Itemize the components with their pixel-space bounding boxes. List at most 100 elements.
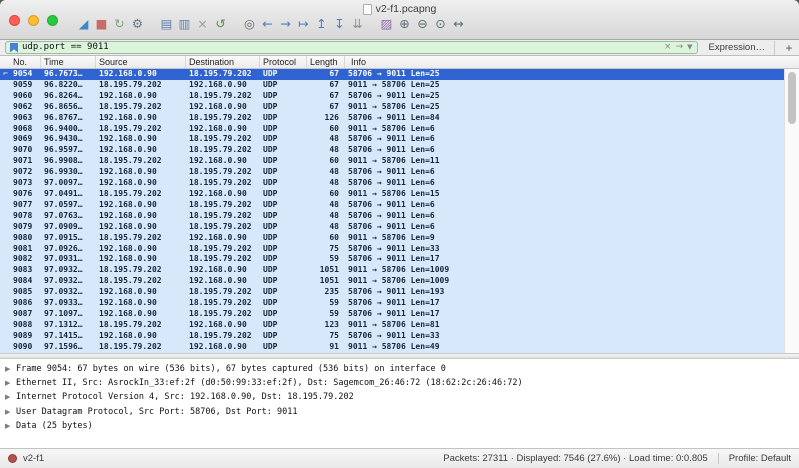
detail-row[interactable]: ▶Data (25 bytes) bbox=[0, 419, 799, 433]
filter-add-button[interactable]: + bbox=[774, 41, 794, 55]
packet-row[interactable]: 908797.1097…192.168.0.9018.195.79.202UDP… bbox=[0, 309, 784, 320]
go-back-icon[interactable]: ← bbox=[260, 13, 275, 35]
auto-scroll-icon[interactable]: ⇊ bbox=[350, 13, 365, 35]
cell-len: 123 bbox=[307, 320, 345, 331]
column-header-src[interactable]: Source bbox=[96, 56, 186, 68]
cell-no: 9063 bbox=[0, 113, 41, 124]
stop-capture-icon[interactable]: ■ bbox=[94, 13, 109, 35]
colorize-icon[interactable]: ▨ bbox=[379, 13, 394, 35]
cell-time: 97.0763… bbox=[41, 211, 96, 222]
packet-row[interactable]: 907296.9930…192.168.0.9018.195.79.202UDP… bbox=[0, 167, 784, 178]
detail-row[interactable]: ▶Frame 9054: 67 bytes on wire (536 bits)… bbox=[0, 362, 799, 376]
go-to-packet-icon[interactable]: ↦ bbox=[296, 13, 311, 35]
close-file-icon[interactable]: × bbox=[195, 13, 210, 35]
packet-row[interactable]: 908897.1312…18.195.79.202192.168.0.90UDP… bbox=[0, 320, 784, 331]
cell-dst: 18.195.79.202 bbox=[186, 113, 260, 124]
zoom-normal-icon[interactable]: ⊙ bbox=[433, 13, 448, 35]
packet-row[interactable]: 908597.0932…192.168.0.9018.195.79.202UDP… bbox=[0, 287, 784, 298]
vertical-scrollbar[interactable] bbox=[784, 69, 799, 353]
filter-dropdown-icon[interactable]: ▼ bbox=[687, 44, 692, 51]
packet-row[interactable]: 907897.0763…192.168.0.9018.195.79.202UDP… bbox=[0, 211, 784, 222]
minimize-window-button[interactable] bbox=[28, 15, 39, 26]
packet-row[interactable]: 906096.8264…192.168.0.9018.195.79.202UDP… bbox=[0, 91, 784, 102]
detail-row[interactable]: ▶Ethernet II, Src: AsrockIn_33:ef:2f (d0… bbox=[0, 376, 799, 390]
restart-capture-icon[interactable]: ↻ bbox=[112, 13, 127, 35]
filter-apply-icon[interactable]: → bbox=[676, 43, 684, 52]
cell-info: 9011 → 58706 Len=1009 bbox=[345, 265, 784, 276]
packet-row[interactable]: 907697.0491…18.195.79.202192.168.0.90UDP… bbox=[0, 189, 784, 200]
packet-row[interactable]: 908697.0933…192.168.0.9018.195.79.202UDP… bbox=[0, 298, 784, 309]
cell-info: 9011 → 58706 Len=25 bbox=[345, 102, 784, 113]
packet-row[interactable]: 907196.9908…18.195.79.202192.168.0.90UDP… bbox=[0, 156, 784, 167]
go-first-icon[interactable]: ↥ bbox=[314, 13, 329, 35]
zoom-window-button[interactable] bbox=[47, 15, 58, 26]
resize-columns-icon[interactable]: ↔ bbox=[451, 13, 466, 35]
display-filter-field[interactable]: udp.port == 9011 × → ▼ bbox=[5, 41, 698, 54]
column-header-info[interactable]: Info bbox=[345, 56, 799, 68]
packet-row[interactable]: 909097.1596…18.195.79.202192.168.0.90UDP… bbox=[0, 342, 784, 353]
cell-proto: UDP bbox=[260, 265, 307, 276]
cell-time: 96.7673… bbox=[41, 69, 96, 80]
cell-len: 75 bbox=[307, 244, 345, 255]
cell-len: 60 bbox=[307, 189, 345, 200]
detail-row[interactable]: ▶User Datagram Protocol, Src Port: 58706… bbox=[0, 405, 799, 419]
packet-row[interactable]: 908097.0915…18.195.79.202192.168.0.90UDP… bbox=[0, 233, 784, 244]
cell-time: 96.9908… bbox=[41, 156, 96, 167]
toolbar: ◢■↻⚙ ▤▥×↺ ◎←→↦↥↧⇊ ▨⊕⊖⊙↔ bbox=[76, 12, 466, 36]
detail-row[interactable]: ▶Internet Protocol Version 4, Src: 192.1… bbox=[0, 390, 799, 404]
filter-clear-icon[interactable]: × bbox=[664, 43, 672, 52]
packet-row[interactable]: 906896.9400…18.195.79.202192.168.0.90UDP… bbox=[0, 124, 784, 135]
cell-proto: UDP bbox=[260, 200, 307, 211]
packet-row[interactable]: 907997.0909…192.168.0.9018.195.79.202UDP… bbox=[0, 222, 784, 233]
cell-src: 192.168.0.90 bbox=[96, 331, 186, 342]
expand-arrow-icon[interactable]: ▶ bbox=[5, 365, 16, 373]
packet-row[interactable]: 906996.9430…192.168.0.9018.195.79.202UDP… bbox=[0, 134, 784, 145]
filter-bookmark-icon[interactable] bbox=[10, 43, 18, 53]
start-capture-icon[interactable]: ◢ bbox=[76, 13, 91, 35]
save-file-icon[interactable]: ▥ bbox=[177, 13, 192, 35]
packet-row[interactable]: 905996.8220…18.195.79.202192.168.0.90UDP… bbox=[0, 80, 784, 91]
column-header-dst[interactable]: Destination bbox=[186, 56, 260, 68]
open-file-icon[interactable]: ▤ bbox=[159, 13, 174, 35]
reload-icon[interactable]: ↺ bbox=[213, 13, 228, 35]
packet-row[interactable]: 905496.7673…192.168.0.9018.195.79.202UDP… bbox=[0, 69, 784, 80]
packet-row[interactable]: 908997.1415…192.168.0.9018.195.79.202UDP… bbox=[0, 331, 784, 342]
cell-len: 60 bbox=[307, 124, 345, 135]
expert-info-icon[interactable] bbox=[8, 454, 17, 463]
cell-dst: 18.195.79.202 bbox=[186, 222, 260, 233]
column-header-len[interactable]: Length bbox=[307, 56, 345, 68]
packet-row[interactable]: 908197.0926…192.168.0.9018.195.79.202UDP… bbox=[0, 244, 784, 255]
capture-options-icon[interactable]: ⚙ bbox=[130, 13, 145, 35]
cell-info: 58706 → 9011 Len=17 bbox=[345, 298, 784, 309]
expand-arrow-icon[interactable]: ▶ bbox=[5, 408, 16, 416]
column-header-no[interactable]: No. bbox=[0, 56, 41, 68]
packet-row[interactable]: 908497.0932…18.195.79.202192.168.0.90UDP… bbox=[0, 276, 784, 287]
expand-arrow-icon[interactable]: ▶ bbox=[5, 393, 16, 401]
zoom-in-icon[interactable]: ⊕ bbox=[397, 13, 412, 35]
cell-dst: 192.168.0.90 bbox=[186, 124, 260, 135]
find-packet-icon[interactable]: ◎ bbox=[242, 13, 257, 35]
close-window-button[interactable] bbox=[9, 15, 20, 26]
column-header-proto[interactable]: Protocol bbox=[260, 56, 307, 68]
expand-arrow-icon[interactable]: ▶ bbox=[5, 422, 16, 430]
display-filter-input[interactable]: udp.port == 9011 bbox=[22, 42, 660, 53]
cell-src: 18.195.79.202 bbox=[96, 156, 186, 167]
expand-arrow-icon[interactable]: ▶ bbox=[5, 379, 16, 387]
expression-button[interactable]: Expression… bbox=[705, 42, 766, 53]
cell-no: 9088 bbox=[0, 320, 41, 331]
cell-proto: UDP bbox=[260, 178, 307, 189]
packet-row[interactable]: 907096.9597…192.168.0.9018.195.79.202UDP… bbox=[0, 145, 784, 156]
cell-no: 9072 bbox=[0, 167, 41, 178]
packet-row[interactable]: 907397.0097…192.168.0.9018.195.79.202UDP… bbox=[0, 178, 784, 189]
packet-row[interactable]: 907797.0597…192.168.0.9018.195.79.202UDP… bbox=[0, 200, 784, 211]
packet-row[interactable]: 906296.8656…18.195.79.202192.168.0.90UDP… bbox=[0, 102, 784, 113]
packet-row[interactable]: 908297.0931…192.168.0.9018.195.79.202UDP… bbox=[0, 254, 784, 265]
profile-label[interactable]: Profile: Default bbox=[718, 453, 791, 464]
packet-row[interactable]: 908397.0932…18.195.79.202192.168.0.90UDP… bbox=[0, 265, 784, 276]
packet-row[interactable]: 906396.8767…192.168.0.9018.195.79.202UDP… bbox=[0, 113, 784, 124]
go-forward-icon[interactable]: → bbox=[278, 13, 293, 35]
column-header-time[interactable]: Time bbox=[41, 56, 96, 68]
scrollbar-thumb[interactable] bbox=[788, 72, 796, 124]
zoom-out-icon[interactable]: ⊖ bbox=[415, 13, 430, 35]
go-last-icon[interactable]: ↧ bbox=[332, 13, 347, 35]
